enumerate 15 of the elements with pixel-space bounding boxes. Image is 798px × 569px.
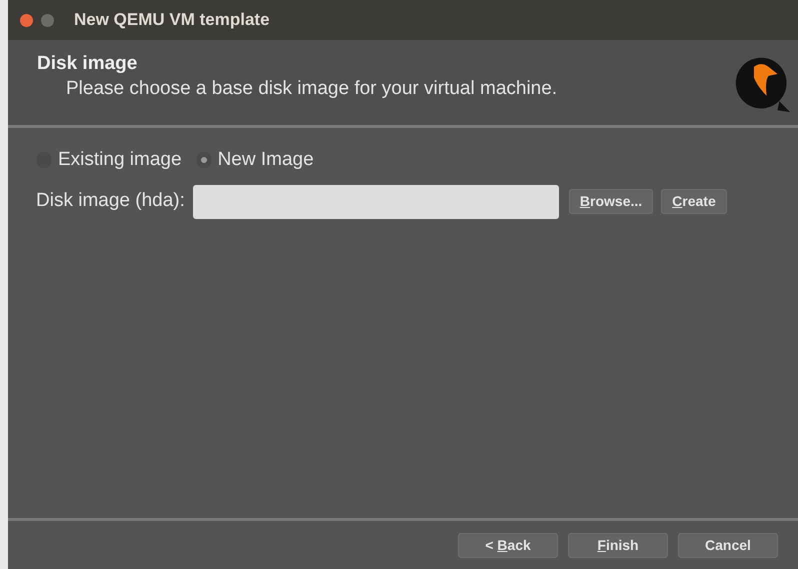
field-button[interactable]: Create [661,189,727,214]
disk-image-label: Disk image (hda): [36,189,185,214]
radio-icon[interactable] [196,152,212,168]
disk-image-field[interactable] [192,184,559,218]
radio-label[interactable]: New Image [218,146,314,174]
minimize-icon[interactable] [41,14,54,26]
close-icon[interactable] [20,14,33,26]
field-button[interactable]: Browse... [568,189,654,214]
dialog-button[interactable]: Cancel [678,532,778,558]
page-subtitle: Please choose a base disk image for your virtual machine. [65,77,558,101]
dialog-button[interactable]: Finish [568,532,668,558]
dialog-button[interactable]: < Back [458,532,558,558]
page-title: Disk image [37,52,138,76]
window-title: New QEMU VM template [74,9,270,32]
radio-label[interactable]: Existing image [58,146,182,174]
